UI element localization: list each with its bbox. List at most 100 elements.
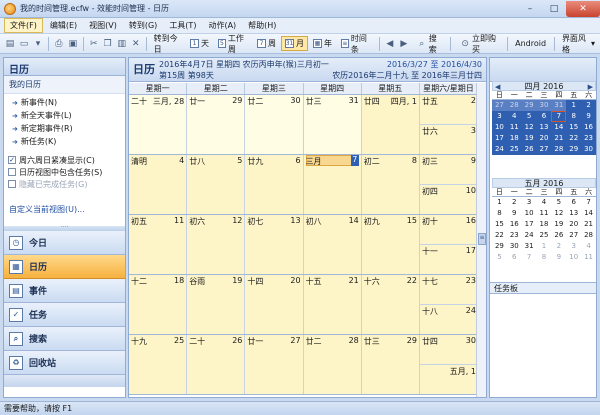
mini-day[interactable]: 3 bbox=[522, 197, 537, 208]
mini-day[interactable]: 14 bbox=[551, 122, 567, 133]
preview-icon[interactable]: ▣ bbox=[67, 37, 79, 51]
mini-day[interactable]: 29 bbox=[521, 100, 537, 111]
mini-day[interactable]: 25 bbox=[506, 144, 522, 155]
cut-icon[interactable]: ✂ bbox=[88, 37, 100, 51]
timeline-view-button[interactable]: ≡ 时间条 bbox=[337, 34, 375, 54]
mini-day[interactable]: 19 bbox=[551, 219, 566, 230]
new-allday-event-link[interactable]: ➜ 新全天事件(L) bbox=[4, 109, 125, 122]
mini-day[interactable]: 23 bbox=[581, 133, 596, 144]
mini-day[interactable]: 4 bbox=[581, 241, 596, 252]
hide-completed-checkbox[interactable]: 隐藏已完成任务(G) bbox=[8, 178, 125, 190]
year-view-button[interactable]: ▦ 年 bbox=[309, 36, 336, 51]
weekend-day[interactable]: 廿五 2 bbox=[419, 95, 478, 125]
day-cell[interactable]: 十五 21 bbox=[303, 275, 362, 334]
weekend-day[interactable]: 廿六 3 bbox=[420, 125, 478, 154]
mini-day[interactable]: 19 bbox=[521, 133, 537, 144]
weekend-day[interactable]: 廿四 30 bbox=[419, 335, 478, 365]
mini-day[interactable]: 22 bbox=[492, 230, 507, 241]
day-cell[interactable]: 十九 25 bbox=[129, 335, 188, 394]
print-icon[interactable]: ⎙ bbox=[53, 37, 65, 51]
week-view-button[interactable]: 7周 bbox=[253, 36, 280, 51]
mini-day[interactable]: 7 bbox=[551, 111, 567, 122]
menu-file[interactable]: 文件(F) bbox=[4, 18, 43, 33]
mini-day[interactable]: 20 bbox=[536, 133, 552, 144]
mini-day[interactable]: 10 bbox=[566, 252, 581, 263]
vertical-scrollbar[interactable]: ≡ bbox=[476, 83, 486, 397]
mini-day[interactable]: 1 bbox=[566, 100, 582, 111]
mini-day[interactable]: 16 bbox=[581, 122, 596, 133]
mini-day[interactable]: 2 bbox=[581, 100, 596, 111]
mini-day[interactable]: 9 bbox=[551, 252, 566, 263]
menu-help[interactable]: 帮助(H) bbox=[243, 19, 281, 32]
mini-day[interactable]: 5 bbox=[492, 252, 507, 263]
mini-day[interactable]: 26 bbox=[521, 144, 537, 155]
mini-day[interactable]: 9 bbox=[507, 208, 522, 219]
mini-day[interactable]: 23 bbox=[507, 230, 522, 241]
day-cell[interactable]: 二十 三月, 28 bbox=[129, 95, 188, 154]
weekend-day[interactable]: 十七 23 bbox=[419, 275, 478, 305]
mini-day[interactable]: 16 bbox=[507, 219, 522, 230]
mini-day[interactable]: 20 bbox=[566, 219, 581, 230]
day-cell[interactable]: 初九 15 bbox=[361, 215, 420, 274]
day-cell[interactable]: 廿三 31 bbox=[303, 95, 362, 154]
mini-day[interactable]: 4 bbox=[537, 197, 552, 208]
day-cell[interactable]: 三月 7 bbox=[303, 155, 362, 214]
nav-calendar[interactable]: ▦ 日历 bbox=[4, 255, 125, 279]
mini-day[interactable]: 2 bbox=[551, 241, 566, 252]
day-cell[interactable]: 谷雨 19 bbox=[187, 275, 246, 334]
mini-day[interactable]: 15 bbox=[566, 122, 582, 133]
menu-edit[interactable]: 编辑(E) bbox=[45, 19, 82, 32]
date-range[interactable]: 2016/3/27 至 2016/4/30 bbox=[387, 59, 482, 70]
mini-day[interactable]: 18 bbox=[537, 219, 552, 230]
mini-day[interactable]: 2 bbox=[507, 197, 522, 208]
weekend-day[interactable]: 十八 24 bbox=[420, 305, 478, 334]
day-cell[interactable]: 廿四 四月, 1 bbox=[361, 95, 420, 154]
weekend-day[interactable]: 初十 16 bbox=[419, 215, 478, 245]
day-cell[interactable]: 初六 12 bbox=[187, 215, 246, 274]
android-button[interactable]: Android bbox=[511, 36, 550, 51]
day-cell[interactable]: 廿二 28 bbox=[303, 335, 362, 394]
mini-day[interactable]: 21 bbox=[581, 219, 596, 230]
mini-day[interactable]: 11 bbox=[537, 208, 552, 219]
include-tasks-checkbox[interactable]: 日历视图中包含任务(S) bbox=[8, 166, 125, 178]
mini-day[interactable]: 28 bbox=[506, 100, 522, 111]
weekend-day[interactable]: 五月, 1 bbox=[420, 365, 478, 394]
mini-day[interactable]: 11 bbox=[506, 122, 522, 133]
open-folder-icon[interactable]: ▭ bbox=[18, 37, 30, 51]
menu-actions[interactable]: 动作(A) bbox=[203, 19, 241, 32]
day-cell[interactable]: 十四 20 bbox=[245, 275, 304, 334]
mini-day[interactable]: 17 bbox=[492, 133, 507, 144]
buy-button[interactable]: ⊙ 立即购买 bbox=[454, 34, 503, 54]
dropdown-icon[interactable]: ▾ bbox=[32, 37, 44, 51]
mini-day[interactable]: 10 bbox=[522, 208, 537, 219]
paste-icon[interactable]: ▥ bbox=[116, 37, 128, 51]
new-task-link[interactable]: ➜ 新任务(K) bbox=[4, 135, 125, 148]
forward-icon[interactable]: ▶ bbox=[398, 37, 410, 51]
mini-day[interactable]: 4 bbox=[506, 111, 522, 122]
day-cell[interactable]: 廿一 29 bbox=[187, 95, 246, 154]
maximize-button[interactable]: □ bbox=[542, 1, 566, 17]
scroll-thumb[interactable]: ≡ bbox=[478, 233, 486, 245]
mini-day[interactable]: 8 bbox=[537, 252, 552, 263]
new-recurring-event-link[interactable]: ➜ 新定期事件(R) bbox=[4, 122, 125, 135]
mini-day[interactable]: 29 bbox=[566, 144, 582, 155]
mini-day[interactable]: 17 bbox=[522, 219, 537, 230]
day-cell[interactable]: 十二 18 bbox=[129, 275, 188, 334]
mini-day[interactable]: 30 bbox=[536, 100, 552, 111]
mini-day[interactable]: 7 bbox=[581, 197, 596, 208]
mini-day[interactable]: 18 bbox=[506, 133, 522, 144]
mini-day[interactable]: 27 bbox=[492, 100, 507, 111]
next-month-icon[interactable]: ▶ bbox=[588, 82, 593, 92]
menu-view[interactable]: 视图(V) bbox=[84, 19, 122, 32]
mini-day[interactable]: 14 bbox=[581, 208, 596, 219]
mini-day[interactable]: 31 bbox=[522, 241, 537, 252]
close-button[interactable]: ✕ bbox=[566, 0, 600, 17]
mini-day[interactable]: 5 bbox=[551, 197, 566, 208]
mini-day[interactable]: 9 bbox=[581, 111, 596, 122]
mini-day[interactable]: 21 bbox=[551, 133, 567, 144]
minimize-button[interactable]: – bbox=[518, 1, 542, 17]
search-button[interactable]: ⌕ 搜索 bbox=[411, 34, 446, 54]
day-cell[interactable]: 廿二 30 bbox=[245, 95, 304, 154]
mini-day[interactable]: 13 bbox=[536, 122, 552, 133]
mini-day[interactable]: 1 bbox=[492, 197, 507, 208]
